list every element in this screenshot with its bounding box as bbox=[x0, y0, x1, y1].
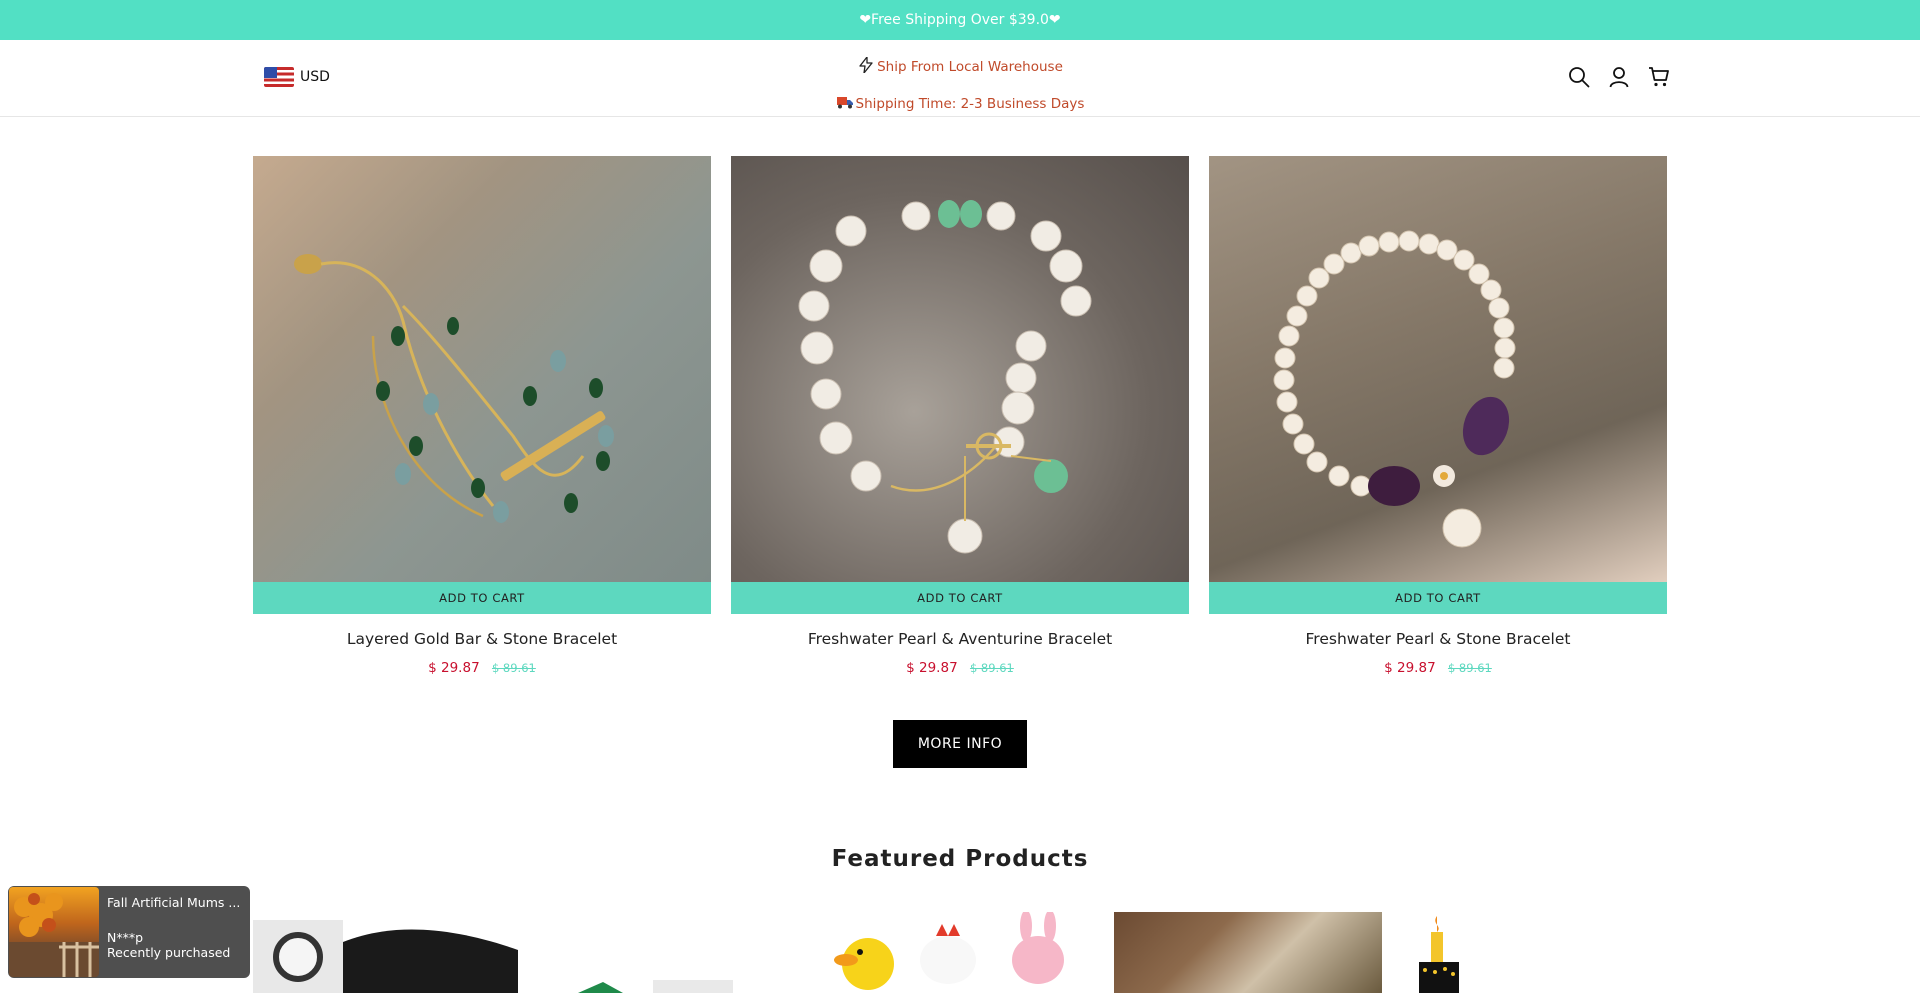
product-title[interactable]: Freshwater Pearl & Aventurine Bracelet bbox=[731, 630, 1189, 648]
cart-icon[interactable] bbox=[1646, 64, 1672, 90]
product-card[interactable]: ADD TO CART Freshwater Pearl & Stone Bra… bbox=[1209, 156, 1667, 676]
product-card[interactable]: ADD TO CART Freshwater Pearl & Aventurin… bbox=[731, 156, 1189, 676]
compare-price: $ 89.61 bbox=[491, 661, 536, 675]
featured-products-heading: Featured Products bbox=[831, 846, 1089, 872]
add-to-cart-button[interactable]: ADD TO CART bbox=[731, 582, 1189, 614]
product-title[interactable]: Freshwater Pearl & Stone Bracelet bbox=[1209, 630, 1667, 648]
header-actions bbox=[1566, 64, 1672, 90]
purchase-details: Fall Artificial Mums ... N***p Recently … bbox=[107, 887, 247, 977]
product-title[interactable]: Layered Gold Bar & Stone Bracelet bbox=[253, 630, 711, 648]
product-prices: $ 29.87 $ 89.61 bbox=[1209, 660, 1667, 676]
add-to-cart-button[interactable]: ADD TO CART bbox=[253, 582, 711, 614]
sale-price: $ 29.87 bbox=[906, 660, 958, 676]
product-image[interactable] bbox=[1209, 156, 1667, 582]
sale-price: $ 29.87 bbox=[1384, 660, 1436, 676]
recent-purchase-popup[interactable]: Fall Artificial Mums ... N***p Recently … bbox=[8, 886, 250, 978]
site-header: USD Ship From Local Warehouse Shipping T… bbox=[0, 40, 1920, 117]
notice-text: Ship From Local Warehouse bbox=[877, 58, 1063, 75]
featured-product-image[interactable] bbox=[1401, 912, 1491, 993]
featured-product-image[interactable] bbox=[828, 912, 1098, 993]
sale-price: $ 29.87 bbox=[428, 660, 480, 676]
lightning-icon bbox=[857, 55, 875, 77]
purchase-product-image[interactable] bbox=[9, 887, 99, 977]
purchase-product-name[interactable]: Fall Artificial Mums ... bbox=[107, 895, 247, 910]
add-to-cart-button[interactable]: ADD TO CART bbox=[1209, 582, 1667, 614]
more-info-button[interactable]: MORE INFO bbox=[893, 720, 1027, 768]
product-prices: $ 29.87 $ 89.61 bbox=[253, 660, 711, 676]
product-image[interactable] bbox=[253, 156, 711, 582]
featured-product-image[interactable] bbox=[1114, 912, 1382, 993]
truck-icon bbox=[836, 95, 854, 113]
search-icon[interactable] bbox=[1566, 64, 1592, 90]
compare-price: $ 89.61 bbox=[1447, 661, 1492, 675]
purchase-status: Recently purchased bbox=[107, 945, 231, 960]
announcement-bar: ❤Free Shipping Over $39.0❤ bbox=[0, 0, 1920, 40]
account-icon[interactable] bbox=[1606, 64, 1632, 90]
announcement-text: ❤Free Shipping Over $39.0❤ bbox=[859, 12, 1061, 28]
product-prices: $ 29.87 $ 89.61 bbox=[731, 660, 1189, 676]
featured-products-strip bbox=[253, 912, 1667, 993]
purchase-buyer: N***p bbox=[107, 930, 144, 945]
product-card[interactable]: ADD TO CART Layered Gold Bar & Stone Bra… bbox=[253, 156, 711, 676]
notice-shipping-time: Shipping Time: 2-3 Business Days bbox=[0, 85, 1920, 122]
featured-product-image[interactable] bbox=[563, 912, 733, 993]
product-grid: ADD TO CART Layered Gold Bar & Stone Bra… bbox=[253, 156, 1667, 676]
product-image[interactable] bbox=[731, 156, 1189, 582]
notice-text: Shipping Time: 2-3 Business Days bbox=[855, 95, 1085, 112]
featured-product-image[interactable] bbox=[253, 912, 523, 993]
compare-price: $ 89.61 bbox=[969, 661, 1014, 675]
